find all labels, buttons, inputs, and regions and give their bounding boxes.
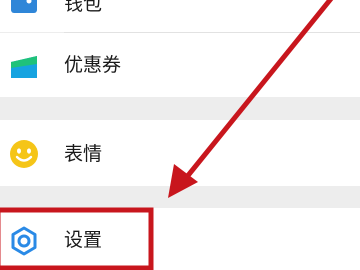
coupon-icon	[11, 56, 37, 78]
menu-item-coupon[interactable]: 优惠券	[0, 32, 360, 97]
wallet-icon	[11, 0, 37, 13]
menu-item-settings[interactable]: 设置	[0, 208, 360, 270]
menu-item-label: 钱包	[64, 0, 103, 15]
gear-icon	[11, 226, 37, 256]
menu-item-label: 优惠券	[64, 54, 122, 76]
row-divider	[64, 32, 360, 33]
menu-item-label: 表情	[64, 143, 103, 165]
settings-screen: 钱包 优惠券 表情 设置	[0, 0, 360, 270]
menu-item-emoji[interactable]: 表情	[0, 120, 360, 186]
menu-item-wallet[interactable]: 钱包	[0, 0, 360, 32]
emoji-icon	[10, 140, 38, 168]
menu-item-label: 设置	[64, 229, 103, 251]
